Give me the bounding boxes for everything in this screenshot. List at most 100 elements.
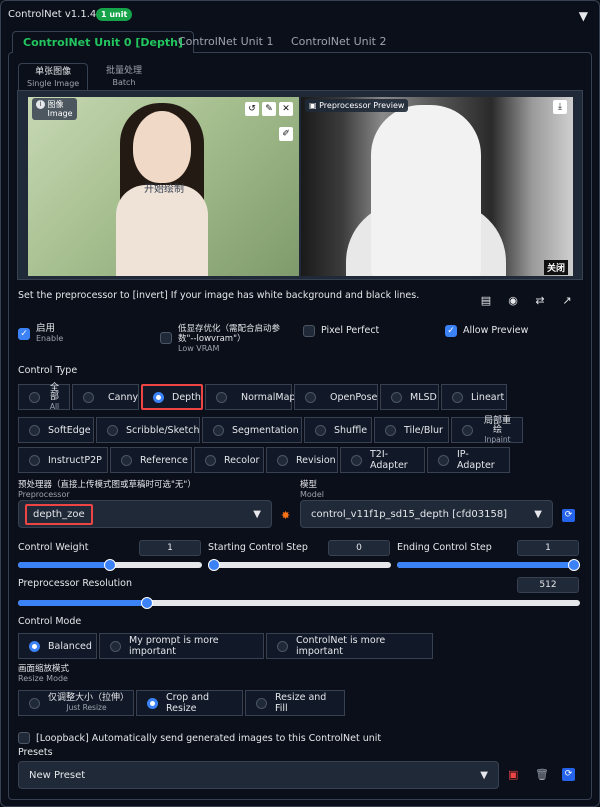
undo-icon[interactable]: ↺	[245, 102, 259, 116]
control-type-recolor[interactable]: Recolor	[194, 447, 264, 473]
radio-selected	[153, 391, 164, 403]
allow-preview-checkbox[interactable]: ✓	[445, 325, 457, 337]
new-canvas-icon[interactable]: ▤	[478, 294, 494, 308]
radio	[29, 454, 40, 466]
loopback-checkbox[interactable]	[18, 732, 30, 744]
control-type-instructp2p[interactable]: InstructP2P	[18, 447, 108, 473]
close-preview-button[interactable]: 关闭	[544, 260, 569, 275]
control-type-ip-adapter[interactable]: IP-Adapter	[427, 447, 510, 473]
pixel-perfect-checkbox[interactable]	[303, 325, 315, 337]
resize-mode-just-resize[interactable]: 仅调整大小（拉伸） Just Resize	[18, 690, 134, 716]
control-type-scribble[interactable]: Scribble/Sketch	[96, 417, 200, 443]
save-icon[interactable]: ▣	[508, 768, 518, 781]
tab-unit-2[interactable]: ControlNet Unit 2	[281, 31, 396, 52]
tab-unit-1[interactable]: ControlNet Unit 1	[168, 31, 283, 52]
resize-mode-crop-and-resize[interactable]: Crop and Resize	[136, 690, 243, 716]
ending-step-label: Ending Control Step	[397, 542, 492, 553]
tab-single-image[interactable]: 单张图像 Single Image	[18, 63, 89, 92]
edit-icon[interactable]: ✎	[262, 102, 276, 116]
image-label: i 图像 Image	[32, 98, 77, 120]
allow-preview-label: Allow Preview	[463, 325, 529, 336]
control-type-t2i-adapter[interactable]: T2I-Adapter	[340, 447, 425, 473]
camera-icon[interactable]: ◉	[505, 294, 521, 308]
enable-checkbox[interactable]: ✓	[18, 328, 30, 340]
control-type-normalmap[interactable]: NormalMap	[205, 384, 295, 410]
option-label: ControlNet is more important	[296, 635, 386, 657]
low-vram-checkbox[interactable]	[160, 332, 172, 344]
tab-batch[interactable]: 批量处理 Batch	[98, 63, 150, 91]
slider-thumb[interactable]	[104, 559, 116, 571]
control-type-tile[interactable]: Tile/Blur	[374, 417, 449, 443]
control-type-depth[interactable]: Depth	[141, 384, 203, 410]
delete-icon[interactable]: 🗑	[535, 768, 549, 781]
option-label: Scribble/Sketch	[126, 424, 200, 436]
presets-dropdown[interactable]: New Preset ▼	[18, 761, 499, 789]
control-type-softedge[interactable]: SoftEdge	[18, 417, 94, 443]
option-label: 全部 All	[49, 382, 60, 411]
radio	[121, 454, 132, 466]
radio	[107, 424, 118, 436]
control-mode-prompt[interactable]: My prompt is more important	[99, 633, 264, 659]
chevron-down-icon: ▼	[480, 769, 488, 781]
radio	[351, 454, 362, 466]
preview-label: ▣ Preprocessor Preview	[305, 99, 409, 112]
help-text: Set the preprocessor to [invert] If your…	[18, 290, 420, 301]
control-type-inpaint[interactable]: 局部重绘 Inpaint	[451, 416, 523, 444]
preview-label-text: Preprocessor Preview	[319, 101, 405, 110]
download-icon[interactable]: ⤓	[553, 100, 567, 114]
clear-icon[interactable]: ✕	[279, 102, 293, 116]
radio	[315, 424, 326, 436]
option-label: 仅调整大小（拉伸） Just Resize	[48, 693, 130, 713]
control-type-openpose[interactable]: OpenPose	[294, 384, 378, 410]
radio	[29, 424, 40, 436]
starting-step-slider[interactable]	[208, 559, 391, 571]
option-label: Recolor	[224, 454, 260, 466]
resize-mode-resize-and-fill[interactable]: Resize and Fill	[245, 690, 345, 716]
preprocessor-resolution-input[interactable]: 512	[517, 577, 579, 593]
control-type-canny[interactable]: Canny	[72, 384, 139, 410]
tab-single-image-label: 单张图像	[35, 67, 72, 77]
option-label: Segmentation	[232, 424, 299, 436]
control-type-label: Control Type	[18, 365, 78, 376]
controlnet-title[interactable]: ControlNet v1.1.410	[8, 9, 109, 20]
run-preprocessor-icon[interactable]: ✸	[281, 509, 290, 522]
starting-step-input[interactable]: 0	[328, 540, 390, 556]
radio	[277, 454, 288, 466]
control-type-revision[interactable]: Revision	[266, 447, 338, 473]
control-weight-input[interactable]: 1	[139, 540, 201, 556]
control-type-shuffle[interactable]: Shuffle	[304, 417, 372, 443]
ending-step-input[interactable]: 1	[517, 540, 579, 556]
image-icon: ▣	[309, 101, 317, 110]
tab-batch-label: 批量处理	[106, 66, 143, 76]
option-label: Revision	[296, 454, 336, 466]
tab-single-image-sub: Single Image	[27, 79, 80, 88]
control-type-reference[interactable]: Reference	[110, 447, 192, 473]
preprocessor-resolution-slider[interactable]	[18, 597, 580, 609]
control-weight-slider[interactable]	[18, 559, 202, 571]
swap-icon[interactable]: ⇄	[532, 294, 548, 308]
model-value: control_v11f1p_sd15_depth [cfd03158]	[311, 508, 508, 520]
preprocessor-dropdown[interactable]: depth_zoe ▼	[18, 500, 272, 528]
low-vram-label-text: 低显存优化（需配合启动参数"--lowvram"）	[178, 324, 281, 344]
ending-step-slider[interactable]	[397, 559, 580, 571]
control-type-lineart[interactable]: Lineart	[441, 384, 507, 410]
control-mode-controlnet[interactable]: ControlNet is more important	[266, 633, 433, 659]
model-dropdown[interactable]: control_v11f1p_sd15_depth [cfd03158] ▼	[300, 500, 553, 528]
radio	[110, 640, 121, 652]
control-type-mlsd[interactable]: MLSD	[380, 384, 439, 410]
brush-icon[interactable]: ✐	[279, 127, 293, 141]
pixel-perfect-label: Pixel Perfect	[321, 325, 380, 336]
control-mode-balanced[interactable]: Balanced	[18, 633, 97, 659]
control-mode-label: Control Mode	[18, 616, 82, 627]
refresh-presets-icon[interactable]: ⟳	[562, 768, 575, 781]
slider-thumb[interactable]	[208, 559, 220, 571]
control-type-all[interactable]: 全部 All	[18, 382, 70, 411]
refresh-icon[interactable]: ⟳	[562, 509, 575, 522]
send-dimensions-icon[interactable]: ↗	[559, 294, 575, 308]
collapse-icon[interactable]: ▼	[579, 9, 588, 23]
control-type-segmentation[interactable]: Segmentation	[202, 417, 302, 443]
option-label: Resize and Fill	[275, 692, 327, 714]
slider-thumb[interactable]	[568, 559, 580, 571]
tab-unit-0[interactable]: ControlNet Unit 0 [Depth]	[12, 31, 194, 53]
radio	[277, 640, 288, 652]
